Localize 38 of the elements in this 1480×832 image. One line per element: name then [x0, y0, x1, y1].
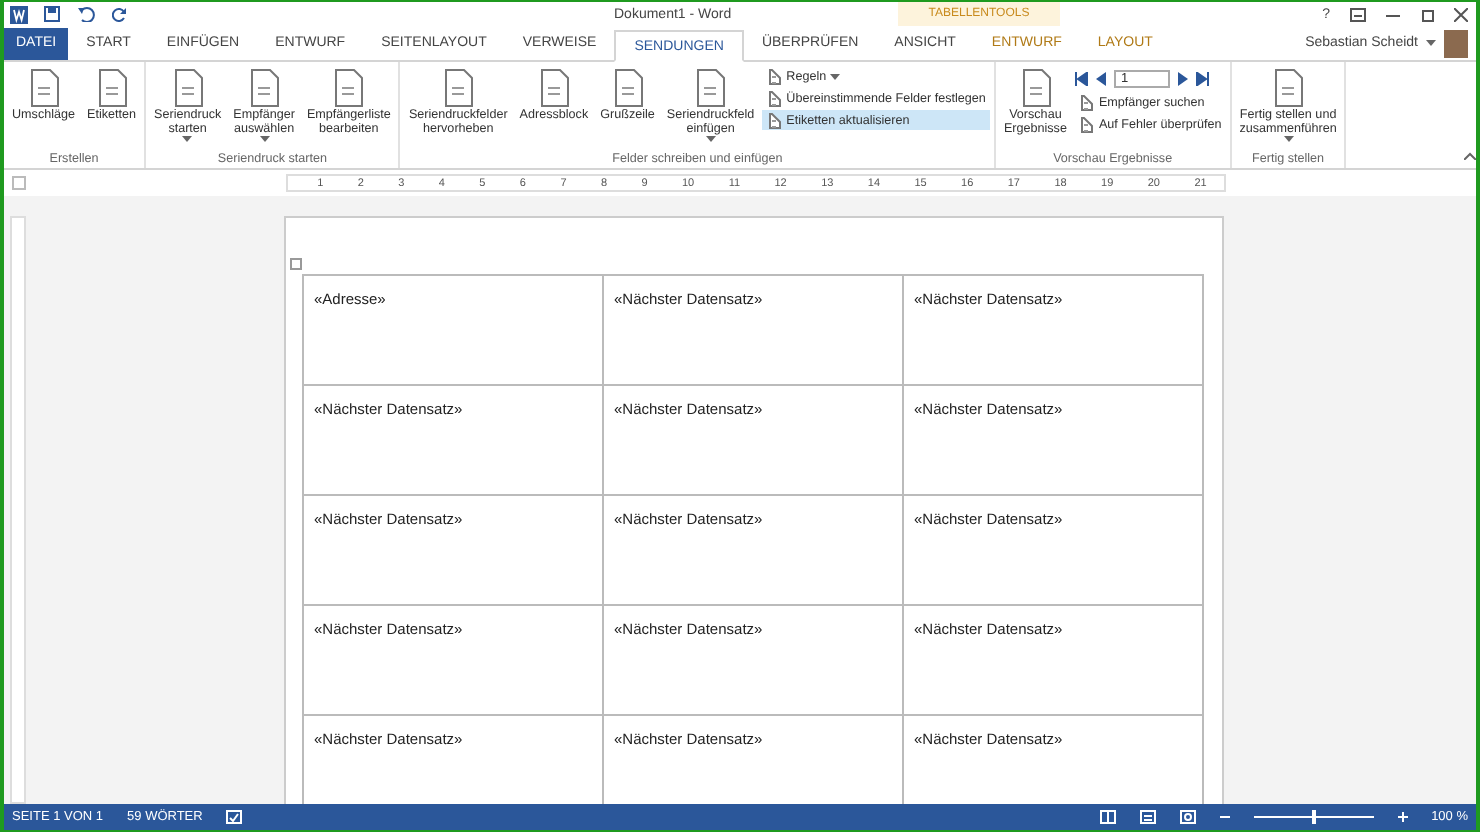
avatar-placeholder — [1444, 29, 1468, 57]
close-icon[interactable] — [1454, 7, 1468, 21]
save-icon[interactable] — [44, 6, 60, 22]
document-icon — [537, 68, 570, 108]
restore-icon[interactable] — [1420, 7, 1434, 21]
caret-icon[interactable] — [1426, 39, 1436, 47]
document-icon — [171, 68, 204, 108]
table-move-handle[interactable] — [290, 258, 302, 270]
previous-record-icon[interactable] — [1096, 71, 1107, 85]
document-icon — [248, 68, 281, 108]
document-icon — [1019, 68, 1052, 108]
word-logo-icon[interactable] — [10, 5, 28, 23]
document-icon — [332, 68, 365, 108]
redo-icon[interactable] — [112, 6, 128, 22]
print-layout-icon[interactable] — [1139, 810, 1156, 824]
next-record-icon[interactable] — [1178, 71, 1189, 85]
web-layout-icon[interactable] — [1179, 810, 1196, 824]
first-record-icon[interactable] — [1074, 71, 1089, 85]
zoom-slider-thumb[interactable] — [1311, 810, 1316, 824]
document-icon — [442, 68, 475, 108]
document-icon — [95, 68, 128, 108]
proofing-icon[interactable] — [226, 810, 243, 824]
read-mode-icon[interactable] — [1099, 810, 1116, 824]
ribbon-display-icon[interactable] — [1350, 7, 1366, 21]
document-icon — [694, 68, 727, 108]
collapse-ribbon-icon[interactable] — [1464, 152, 1476, 160]
undo-icon[interactable] — [76, 6, 96, 22]
document-icon — [766, 111, 783, 129]
document-icon — [1272, 68, 1305, 108]
document-icon — [1078, 115, 1095, 133]
document-icon — [611, 68, 644, 108]
zoom-in-icon[interactable] — [1397, 812, 1408, 822]
document-icon — [27, 68, 60, 108]
last-record-icon[interactable] — [1196, 71, 1211, 85]
document-icon — [1078, 93, 1095, 111]
document-icon — [766, 67, 783, 85]
zoom-out-icon[interactable] — [1219, 812, 1230, 822]
document-icon — [766, 89, 783, 107]
